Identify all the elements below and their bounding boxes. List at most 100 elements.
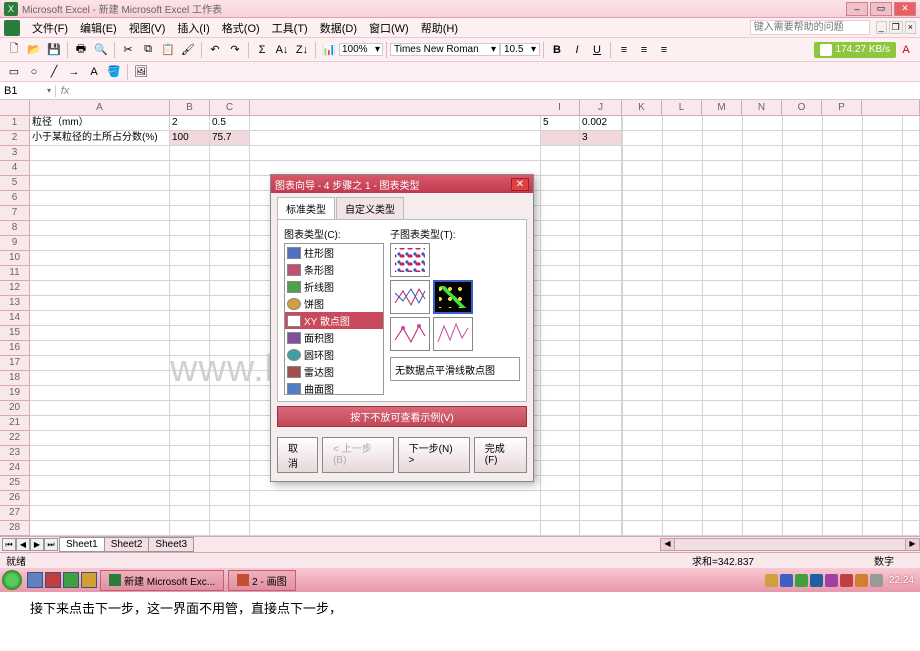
tab-custom-types[interactable]: 自定义类型 [336, 197, 404, 219]
menu-file[interactable]: 文件(F) [26, 18, 74, 38]
cell[interactable] [170, 401, 210, 416]
row-header[interactable]: 23 [0, 446, 30, 461]
cell[interactable] [30, 446, 170, 461]
cell[interactable]: 0.5 [210, 116, 250, 131]
row-header[interactable]: 24 [0, 461, 30, 476]
cell[interactable] [210, 416, 250, 431]
close-button[interactable]: ✕ [894, 2, 916, 16]
cell[interactable] [30, 461, 170, 476]
cell[interactable] [210, 191, 250, 206]
tab-nav-last[interactable]: ⏭ [44, 538, 58, 551]
cell[interactable] [170, 371, 210, 386]
cell[interactable] [210, 311, 250, 326]
row-header[interactable]: 22 [0, 431, 30, 446]
horizontal-scrollbar[interactable]: ◀ ▶ [660, 538, 920, 551]
cell[interactable] [580, 356, 622, 371]
menu-edit[interactable]: 编辑(E) [74, 18, 123, 38]
doc-minimize[interactable]: _ [876, 21, 887, 34]
cell[interactable]: 0.002 [580, 116, 622, 131]
sub-chart-option[interactable] [433, 317, 473, 351]
wizard-next-button[interactable]: 下一步(N) > [398, 437, 470, 473]
scroll-left-icon[interactable]: ◀ [661, 539, 675, 550]
cell[interactable] [210, 326, 250, 341]
tray-icon[interactable] [840, 574, 853, 587]
cell[interactable] [210, 266, 250, 281]
menu-insert[interactable]: 插入(I) [171, 18, 215, 38]
cell[interactable] [540, 416, 580, 431]
cell[interactable] [580, 251, 622, 266]
wizard-finish-button[interactable]: 完成(F) [474, 437, 527, 473]
cell[interactable] [30, 341, 170, 356]
row-header[interactable]: 28 [0, 521, 30, 536]
cell[interactable] [30, 161, 170, 176]
cell[interactable] [540, 236, 580, 251]
cell[interactable] [170, 521, 210, 536]
tab-nav-next[interactable]: ▶ [30, 538, 44, 551]
cell[interactable]: 小于某粒径的土所占分数(%) [30, 131, 170, 146]
tray-icon[interactable] [870, 574, 883, 587]
cell[interactable] [210, 521, 250, 536]
cell[interactable] [580, 146, 622, 161]
cell[interactable] [170, 461, 210, 476]
cell[interactable] [540, 221, 580, 236]
taskbar-task-paint[interactable]: 2 - 画图 [228, 570, 295, 591]
col-header[interactable]: M [702, 100, 742, 115]
cell[interactable] [210, 476, 250, 491]
col-header[interactable]: P [822, 100, 862, 115]
zoom-combo[interactable]: 100%▾ [339, 43, 383, 56]
cell[interactable] [580, 206, 622, 221]
tray-icon[interactable] [795, 574, 808, 587]
tray-icon[interactable] [765, 574, 778, 587]
col-header[interactable]: B [170, 100, 210, 115]
text-box-icon[interactable]: A [85, 63, 103, 81]
cell[interactable] [540, 326, 580, 341]
cell[interactable] [210, 146, 250, 161]
draw-icon[interactable]: ▭ [5, 63, 23, 81]
cell[interactable] [580, 281, 622, 296]
taskbar-task-excel[interactable]: 新建 Microsoft Exc... [100, 570, 224, 591]
cell[interactable] [30, 311, 170, 326]
col-header[interactable] [862, 100, 920, 115]
cell[interactable] [170, 281, 210, 296]
col-header[interactable]: N [742, 100, 782, 115]
format-painter-icon[interactable]: 🖌 [179, 41, 197, 59]
copy-icon[interactable]: ⧉ [139, 41, 157, 59]
cell[interactable] [170, 221, 210, 236]
cell[interactable] [540, 251, 580, 266]
dialog-close-button[interactable]: ✕ [511, 178, 529, 191]
cell[interactable] [540, 476, 580, 491]
row-header[interactable]: 9 [0, 236, 30, 251]
cell[interactable] [540, 506, 580, 521]
cell[interactable] [170, 356, 210, 371]
cell[interactable] [540, 176, 580, 191]
sheet-tab-2[interactable]: Sheet2 [104, 537, 150, 552]
wizard-cancel-button[interactable]: 取消 [277, 437, 318, 473]
line-icon[interactable]: ╱ [45, 63, 63, 81]
row-header[interactable]: 12 [0, 281, 30, 296]
sub-chart-option[interactable] [390, 243, 430, 277]
cell[interactable] [540, 521, 580, 536]
chart-wizard-icon[interactable]: 📊 [320, 41, 338, 59]
cell[interactable] [210, 461, 250, 476]
row-header[interactable]: 20 [0, 401, 30, 416]
col-header[interactable]: A [30, 100, 170, 115]
row-header[interactable]: 18 [0, 371, 30, 386]
italic-icon[interactable]: I [568, 41, 586, 59]
cell[interactable] [30, 281, 170, 296]
underline-icon[interactable]: U [588, 41, 606, 59]
start-button[interactable] [2, 570, 22, 590]
cell[interactable] [210, 251, 250, 266]
row-header[interactable]: 16 [0, 341, 30, 356]
cell[interactable] [540, 161, 580, 176]
quicklaunch-icon[interactable] [63, 572, 79, 588]
sheet-tab-1[interactable]: Sheet1 [59, 537, 105, 552]
new-icon[interactable]: 🗋 [5, 41, 23, 59]
cell[interactable] [170, 506, 210, 521]
menu-help[interactable]: 帮助(H) [415, 18, 464, 38]
cell[interactable] [580, 521, 622, 536]
cell[interactable] [170, 341, 210, 356]
col-header[interactable]: C [210, 100, 250, 115]
minimize-button[interactable]: – [846, 2, 868, 16]
dialog-titlebar[interactable]: 图表向导 - 4 步骤之 1 - 图表类型 ✕ [271, 175, 533, 193]
sort-desc-icon[interactable]: Z↓ [293, 41, 311, 59]
